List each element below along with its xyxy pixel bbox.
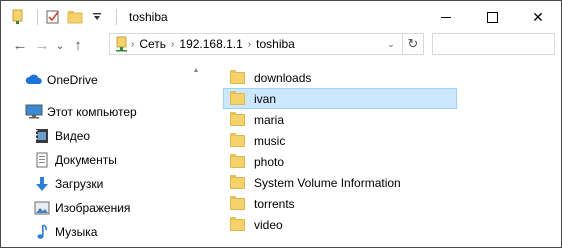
- sidebar-item-music[interactable]: Музыка: [1, 220, 201, 244]
- folder-icon: [230, 174, 245, 189]
- sidebar-item-label: Документы: [55, 153, 117, 167]
- file-name: music: [254, 133, 286, 148]
- window-title: toshiba: [129, 10, 168, 24]
- up-button[interactable]: ↑: [67, 34, 89, 56]
- folder-icon: [230, 153, 245, 168]
- folder-icon: [230, 195, 245, 210]
- list-item[interactable]: maria: [223, 109, 457, 130]
- sidebar-item-label: OneDrive: [47, 73, 98, 87]
- cloud-icon: [25, 73, 43, 85]
- address-bar[interactable]: › Сеть › 192.168.1.1 › toshiba ⌄ ↻: [109, 33, 424, 55]
- file-name: torrents: [254, 196, 295, 211]
- chevron-down-icon: ⌄: [55, 39, 65, 52]
- sidebar-item-label: Загрузки: [55, 177, 104, 191]
- close-button[interactable]: ✕: [515, 1, 561, 33]
- sidebar-item-this-pc[interactable]: Этот компьютер: [1, 100, 201, 124]
- qat-divider: [37, 9, 38, 25]
- customize-toolbar-icon[interactable]: [88, 8, 106, 26]
- navigation-pane: ▲ OneDrive Этот компьютер Видео Документ…: [1, 65, 201, 247]
- documents-icon: [35, 152, 49, 168]
- checklist-icon[interactable]: [44, 8, 62, 26]
- properties-icon[interactable]: [9, 8, 27, 26]
- close-icon: ✕: [532, 9, 544, 25]
- folder-icon: [230, 216, 245, 231]
- forward-button[interactable]: →: [31, 34, 53, 56]
- breadcrumb-separator[interactable]: ›: [131, 39, 134, 50]
- maximize-icon: [486, 11, 498, 23]
- address-dropdown-button[interactable]: ⌄: [383, 36, 399, 52]
- up-arrow-icon: ↑: [74, 36, 82, 54]
- downloads-icon: [35, 176, 49, 192]
- maximize-button[interactable]: [469, 1, 515, 33]
- window-controls: ✕: [423, 1, 561, 33]
- sidebar-item-label: Изображения: [55, 201, 131, 215]
- explorer-window: toshiba ✕ ← → ⌄ ↑ › Сеть › 192.168.1.1 ›…: [0, 0, 562, 248]
- pictures-icon: [34, 201, 50, 215]
- title-bar: toshiba ✕: [1, 1, 561, 33]
- breadcrumb-separator[interactable]: ›: [171, 39, 174, 50]
- refresh-icon: ↻: [407, 36, 419, 51]
- file-name: ivan: [254, 91, 277, 106]
- list-item[interactable]: photo: [223, 151, 457, 172]
- breadcrumb-share[interactable]: toshiba: [256, 37, 295, 51]
- breadcrumb-host[interactable]: 192.168.1.1: [179, 37, 242, 51]
- sidebar-item-onedrive[interactable]: OneDrive: [1, 68, 201, 92]
- file-name: video: [254, 217, 283, 232]
- file-name: downloads: [254, 70, 312, 85]
- file-name: maria: [254, 112, 285, 127]
- sidebar-item-pictures[interactable]: Изображения: [1, 196, 201, 220]
- sidebar-item-label: Этот компьютер: [47, 105, 137, 119]
- list-item[interactable]: torrents: [223, 193, 457, 214]
- search-input[interactable]: [432, 33, 555, 55]
- refresh-button[interactable]: ↻: [402, 34, 423, 54]
- folder-icon: [230, 132, 245, 147]
- file-name: System Volume Information: [254, 175, 401, 190]
- sidebar-item-downloads[interactable]: Загрузки: [1, 172, 201, 196]
- back-arrow-icon: ←: [12, 36, 28, 54]
- folder-icon: [230, 69, 245, 84]
- chevron-down-icon: ⌄: [387, 38, 395, 49]
- folder-icon: [230, 111, 245, 126]
- network-location-icon: [115, 36, 129, 52]
- recent-locations-button[interactable]: ⌄: [53, 34, 67, 56]
- minimize-icon: [441, 16, 451, 18]
- file-name: photo: [254, 154, 285, 169]
- quick-access-toolbar: [9, 1, 123, 33]
- breadcrumb-separator[interactable]: ›: [248, 39, 251, 50]
- new-folder-icon[interactable]: [66, 8, 84, 26]
- sidebar-item-videos[interactable]: Видео: [1, 124, 201, 148]
- list-item[interactable]: ivan: [223, 88, 457, 109]
- sidebar-item-label: Музыка: [55, 225, 98, 239]
- list-item[interactable]: music: [223, 130, 457, 151]
- sidebar-item-documents[interactable]: Документы: [1, 148, 201, 172]
- breadcrumb-network[interactable]: Сеть: [139, 37, 166, 51]
- list-item[interactable]: video: [223, 214, 457, 235]
- list-item[interactable]: downloads: [223, 67, 457, 88]
- minimize-button[interactable]: [423, 1, 469, 33]
- forward-arrow-icon: →: [34, 36, 50, 54]
- music-icon: [36, 224, 48, 240]
- video-icon: [35, 128, 49, 144]
- list-item[interactable]: System Volume Information: [223, 172, 457, 193]
- folder-icon: [230, 90, 245, 105]
- computer-icon: [25, 104, 43, 120]
- sidebar-item-label: Видео: [55, 129, 91, 143]
- back-button[interactable]: ←: [9, 34, 31, 56]
- qat-divider: [116, 9, 117, 25]
